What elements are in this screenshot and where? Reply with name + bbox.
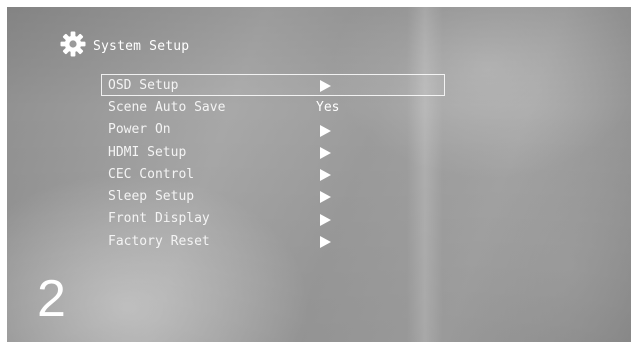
menu-item-label: Power On: [108, 122, 171, 138]
menu-item-label: HDMI Setup: [108, 144, 187, 160]
menu-item-cec-control[interactable]: CEC Control: [101, 163, 445, 185]
menu-item-hdmi-setup[interactable]: HDMI Setup: [101, 141, 445, 163]
menu-item-value: Yes: [316, 99, 340, 115]
arrow-right-icon: [320, 124, 331, 137]
menu-item-sleep-setup[interactable]: Sleep Setup: [101, 185, 445, 207]
arrow-right-icon: [320, 213, 331, 226]
menu-item-osd-setup[interactable]: OSD Setup: [101, 74, 445, 97]
menu-header: System Setup: [59, 29, 189, 59]
menu-item-scene-auto-save[interactable]: Scene Auto Save Yes: [101, 96, 445, 118]
menu-item-label: Factory Reset: [108, 233, 210, 249]
menu-item-front-display[interactable]: Front Display: [101, 208, 445, 230]
step-number: 2: [37, 270, 66, 328]
system-setup-menu: OSD Setup Scene Auto Save Yes Power On H…: [101, 74, 445, 252]
arrow-right-icon: [320, 146, 331, 159]
page-title: System Setup: [93, 38, 190, 54]
arrow-right-icon: [320, 191, 331, 204]
arrow-right-icon: [320, 236, 331, 249]
menu-item-label: CEC Control: [108, 166, 195, 182]
menu-item-power-on[interactable]: Power On: [101, 119, 445, 141]
arrow-right-icon: [320, 80, 331, 92]
arrow-right-icon: [320, 169, 331, 182]
menu-item-factory-reset[interactable]: Factory Reset: [101, 230, 445, 252]
gear-icon: [60, 31, 86, 57]
menu-item-label: OSD Setup: [108, 77, 179, 93]
menu-item-label: Scene Auto Save: [108, 99, 226, 115]
menu-item-label: Sleep Setup: [108, 189, 195, 205]
menu-item-label: Front Display: [108, 211, 210, 227]
screen-frame: System Setup OSD Setup Scene Auto Save Y…: [7, 7, 631, 342]
